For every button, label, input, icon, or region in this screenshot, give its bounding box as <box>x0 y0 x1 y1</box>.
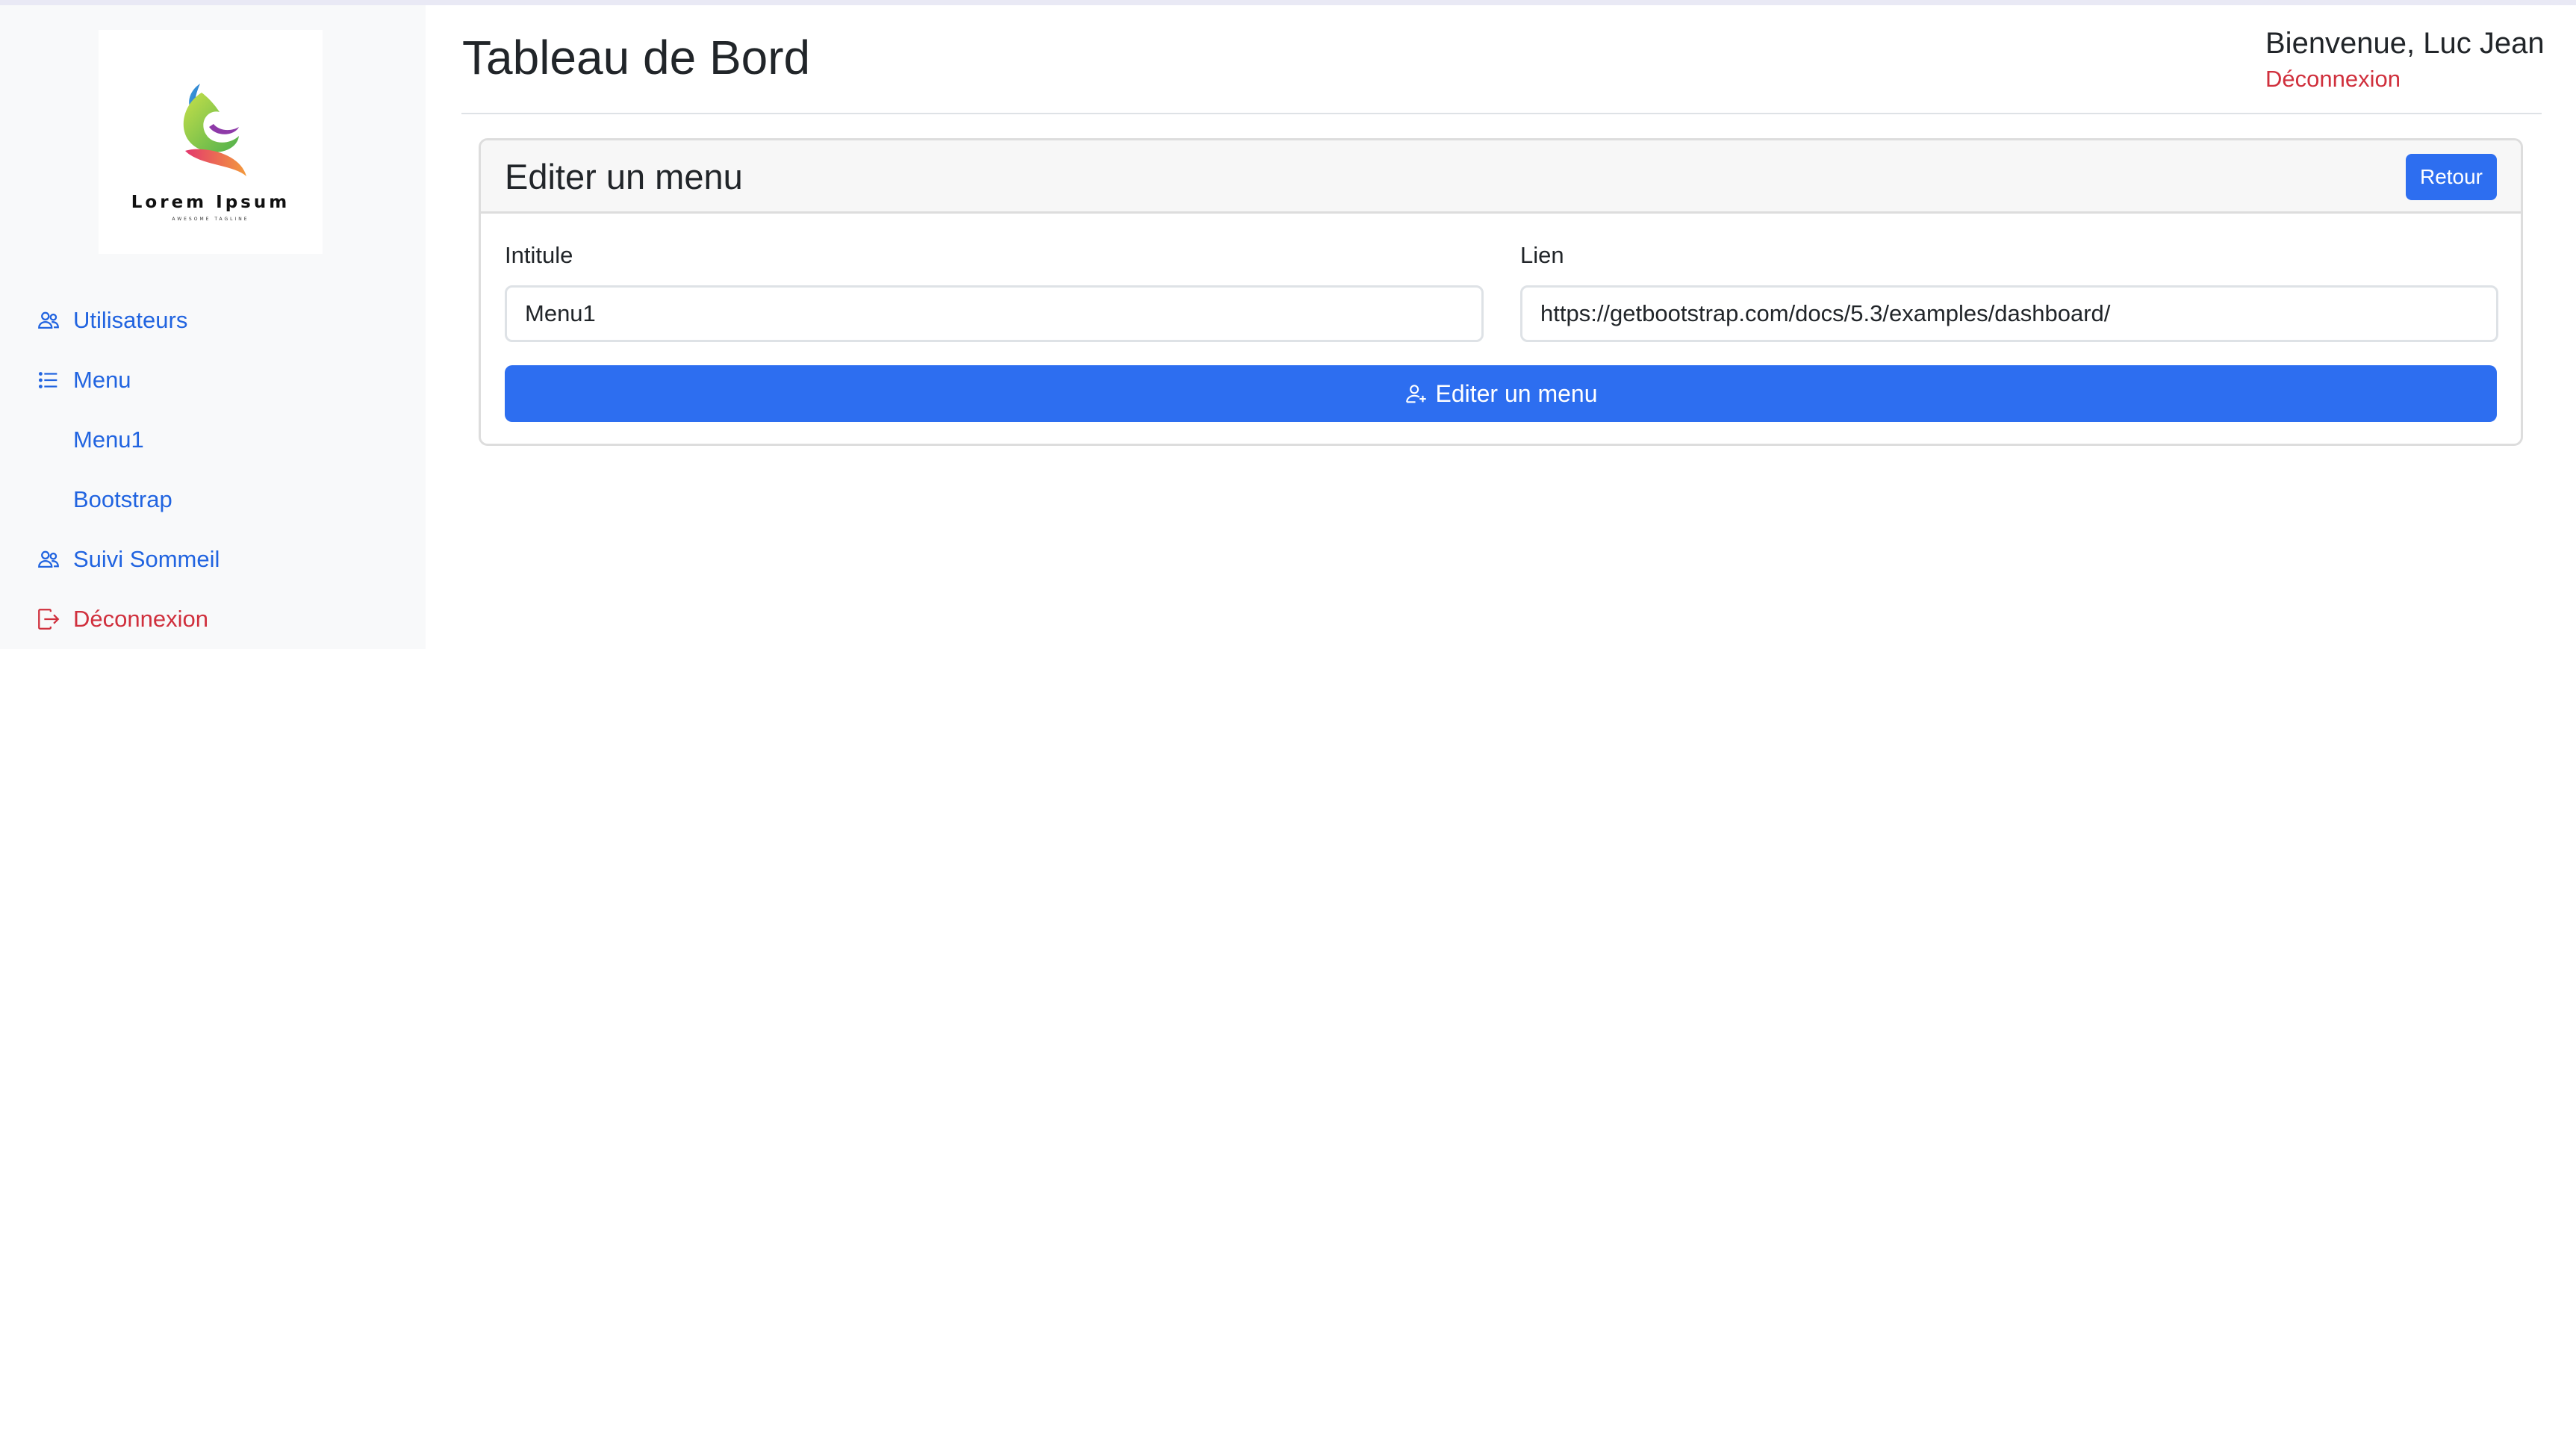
header-logout-link[interactable]: Déconnexion <box>2265 66 2401 102</box>
page-title: Tableau de Bord <box>462 31 811 84</box>
sidebar-item-bootstrap[interactable]: Bootstrap <box>73 477 172 522</box>
sidebar: Lorem Ipsum AWESOME TAGLINE Utilisateurs… <box>0 5 426 649</box>
list-icon <box>36 367 61 393</box>
brand-name: Lorem Ipsum <box>131 193 290 212</box>
logo: Lorem Ipsum AWESOME TAGLINE <box>99 30 323 254</box>
card-header: Editer un menu Retour <box>481 140 2521 214</box>
back-button[interactable]: Retour <box>2406 154 2497 200</box>
users-icon <box>36 547 61 572</box>
lien-label: Lien <box>1520 242 1564 268</box>
sidebar-item-label: Utilisateurs <box>73 307 188 333</box>
sidebar-item-menu1[interactable]: Menu1 <box>73 418 144 462</box>
sidebar-item-label: Menu <box>73 367 131 393</box>
lien-input[interactable] <box>1520 285 2498 342</box>
brand-tagline: AWESOME TAGLINE <box>172 217 249 222</box>
logout-icon <box>36 606 61 632</box>
card-title: Editer un menu <box>505 156 743 196</box>
sidebar-item-label: Déconnexion <box>73 606 208 632</box>
welcome-message: Bienvenue, Luc Jean <box>2265 27 2545 60</box>
sidebar-item-menu[interactable]: Menu <box>36 358 131 403</box>
submit-button-label: Editer un menu <box>1435 379 1598 407</box>
person-add-icon <box>1404 381 1429 406</box>
intitule-label: Intitule <box>505 242 573 268</box>
sidebar-item-label: Suivi Sommeil <box>73 546 220 572</box>
sidebar-item-label: Bootstrap <box>73 486 172 512</box>
edit-menu-submit-button[interactable]: Editer un menu <box>505 365 2497 422</box>
sidebar-item-utilisateurs[interactable]: Utilisateurs <box>36 298 187 343</box>
top-border <box>0 0 2576 5</box>
sidebar-item-label: Menu1 <box>73 426 144 453</box>
header-divider <box>461 113 2542 114</box>
sidebar-item-deconnexion[interactable]: Déconnexion <box>36 597 208 642</box>
edit-menu-card: Editer un menu Retour Intitule Lien Edit… <box>479 138 2523 446</box>
users-icon <box>36 308 61 333</box>
intitule-input[interactable] <box>505 285 1484 342</box>
sidebar-item-suivi-sommeil[interactable]: Suivi Sommeil <box>36 537 220 582</box>
brand-logo-icon <box>183 84 246 176</box>
